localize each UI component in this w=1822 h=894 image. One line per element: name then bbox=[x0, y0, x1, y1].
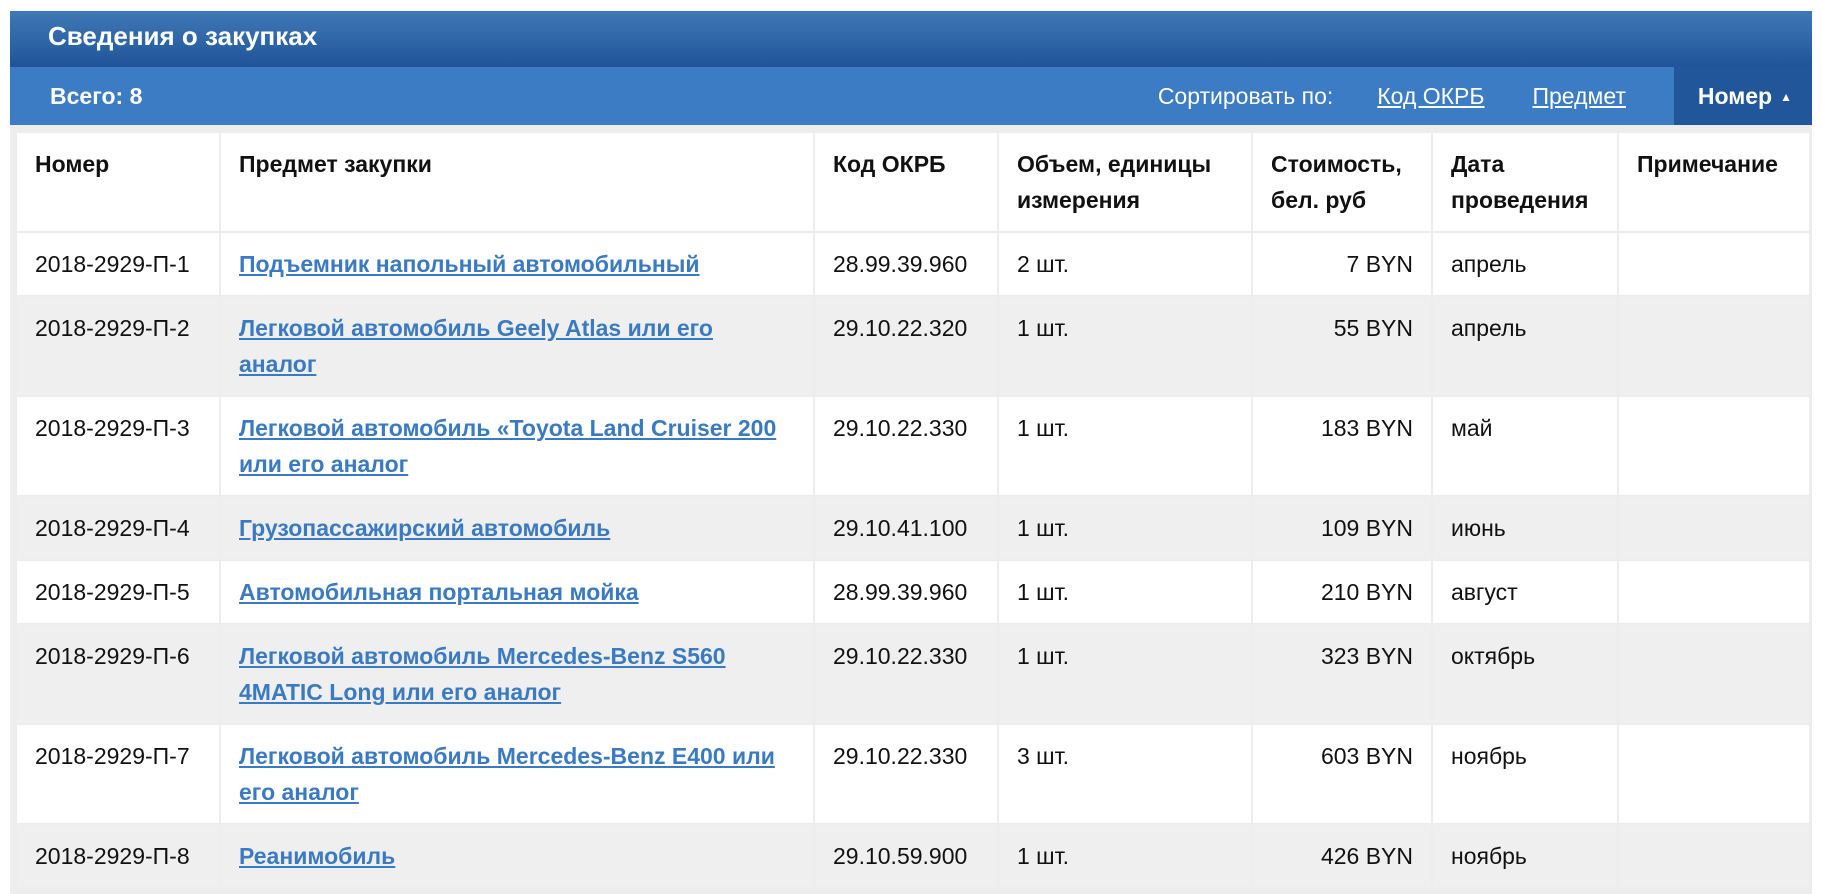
cell-subject: Подъемник напольный автомобильный bbox=[221, 233, 813, 295]
cell-number: 2018-2929-П-8 bbox=[17, 825, 219, 887]
cell-note bbox=[1619, 397, 1809, 495]
cell-okrb: 28.99.39.960 bbox=[815, 561, 997, 623]
subject-link[interactable]: Грузопассажирский автомобиль bbox=[239, 515, 610, 541]
cell-okrb: 29.10.41.100 bbox=[815, 497, 997, 559]
cell-volume: 1 шт. bbox=[999, 625, 1251, 723]
sort-by-okrb-link[interactable]: Код ОКРБ bbox=[1377, 83, 1484, 110]
cell-volume: 1 шт. bbox=[999, 561, 1251, 623]
cell-subject: Грузопассажирский автомобиль bbox=[221, 497, 813, 559]
table-row: 2018-2929-П-5 Автомобильная портальная м… bbox=[17, 561, 1809, 623]
subject-link[interactable]: Легковой автомобиль Mercedes-Benz E400 и… bbox=[239, 743, 775, 805]
subject-link[interactable]: Легковой автомобиль «Toyota Land Cruiser… bbox=[239, 415, 776, 477]
caret-up-icon: ▲ bbox=[1780, 90, 1792, 104]
sort-by-subject-link[interactable]: Предмет bbox=[1532, 83, 1625, 110]
cell-number: 2018-2929-П-4 bbox=[17, 497, 219, 559]
header-number: Номер bbox=[17, 133, 219, 231]
cell-cost: 109 BYN bbox=[1253, 497, 1431, 559]
cell-subject: Легковой автомобиль Mercedes-Benz E400 и… bbox=[221, 725, 813, 823]
cell-note bbox=[1619, 725, 1809, 823]
procurement-panel: Сведения о закупках Всего: 8 Сортировать… bbox=[10, 11, 1812, 894]
cell-note bbox=[1619, 825, 1809, 887]
sort-toolbar: Всего: 8 Сортировать по: Код ОКРБ Предме… bbox=[10, 67, 1812, 125]
cell-number: 2018-2929-П-1 bbox=[17, 233, 219, 295]
procurement-table: Номер Предмет закупки Код ОКРБ Объем, ед… bbox=[15, 131, 1811, 889]
cell-number: 2018-2929-П-2 bbox=[17, 297, 219, 395]
table-row: 2018-2929-П-6 Легковой автомобиль Merced… bbox=[17, 625, 1809, 723]
cell-date: май bbox=[1433, 397, 1617, 495]
table-row: 2018-2929-П-4 Грузопассажирский автомоби… bbox=[17, 497, 1809, 559]
header-volume: Объем, единицы измерения bbox=[999, 133, 1251, 231]
cell-date: ноябрь bbox=[1433, 825, 1617, 887]
cell-date: июнь bbox=[1433, 497, 1617, 559]
panel-title: Сведения о закупках bbox=[10, 11, 1812, 67]
cell-note bbox=[1619, 497, 1809, 559]
table-row: 2018-2929-П-2 Легковой автомобиль Geely … bbox=[17, 297, 1809, 395]
cell-volume: 1 шт. bbox=[999, 297, 1251, 395]
cell-date: апрель bbox=[1433, 233, 1617, 295]
cell-okrb: 29.10.22.320 bbox=[815, 297, 997, 395]
cell-volume: 1 шт. bbox=[999, 397, 1251, 495]
cell-date: август bbox=[1433, 561, 1617, 623]
subject-link[interactable]: Легковой автомобиль Mercedes-Benz S560 4… bbox=[239, 643, 726, 705]
header-subject: Предмет закупки bbox=[221, 133, 813, 231]
cell-number: 2018-2929-П-3 bbox=[17, 397, 219, 495]
sort-active-label: Номер bbox=[1697, 83, 1773, 109]
subject-link[interactable]: Автомобильная портальная мойка bbox=[239, 579, 639, 605]
subject-link[interactable]: Реанимобиль bbox=[239, 843, 395, 869]
cell-volume: 1 шт. bbox=[999, 825, 1251, 887]
table-row: 2018-2929-П-1 Подъемник напольный автомо… bbox=[17, 233, 1809, 295]
cell-okrb: 29.10.22.330 bbox=[815, 725, 997, 823]
sort-by-number-active[interactable]: Номер ▲ bbox=[1673, 67, 1812, 125]
header-note: Примечание bbox=[1619, 133, 1809, 231]
cell-cost: 55 BYN bbox=[1253, 297, 1431, 395]
cell-subject: Легковой автомобиль «Toyota Land Cruiser… bbox=[221, 397, 813, 495]
cell-number: 2018-2929-П-6 bbox=[17, 625, 219, 723]
cell-number: 2018-2929-П-7 bbox=[17, 725, 219, 823]
subject-link[interactable]: Легковой автомобиль Geely Atlas или его … bbox=[239, 315, 713, 377]
table-header-row: Номер Предмет закупки Код ОКРБ Объем, ед… bbox=[17, 133, 1809, 231]
cell-okrb: 29.10.22.330 bbox=[815, 397, 997, 495]
cell-number: 2018-2929-П-5 bbox=[17, 561, 219, 623]
cell-okrb: 29.10.22.330 bbox=[815, 625, 997, 723]
cell-cost: 323 BYN bbox=[1253, 625, 1431, 723]
table-row: 2018-2929-П-8 Реанимобиль 29.10.59.900 1… bbox=[17, 825, 1809, 887]
table-row: 2018-2929-П-7 Легковой автомобиль Merced… bbox=[17, 725, 1809, 823]
cell-date: октябрь bbox=[1433, 625, 1617, 723]
cell-cost: 210 BYN bbox=[1253, 561, 1431, 623]
cell-note bbox=[1619, 561, 1809, 623]
sort-label: Сортировать по: bbox=[1157, 82, 1334, 109]
cell-date: апрель bbox=[1433, 297, 1617, 395]
cell-subject: Автомобильная портальная мойка bbox=[221, 561, 813, 623]
cell-date: ноябрь bbox=[1433, 725, 1617, 823]
total-count: Всего: 8 bbox=[50, 82, 143, 109]
cell-cost: 7 BYN bbox=[1253, 233, 1431, 295]
cell-note bbox=[1619, 297, 1809, 395]
cell-subject: Реанимобиль bbox=[221, 825, 813, 887]
cell-volume: 3 шт. bbox=[999, 725, 1251, 823]
cell-cost: 603 BYN bbox=[1253, 725, 1431, 823]
table-wrapper: Номер Предмет закупки Код ОКРБ Объем, ед… bbox=[10, 125, 1812, 894]
cell-volume: 2 шт. bbox=[999, 233, 1251, 295]
cell-volume: 1 шт. bbox=[999, 497, 1251, 559]
table-row: 2018-2929-П-3 Легковой автомобиль «Toyot… bbox=[17, 397, 1809, 495]
cell-cost: 426 BYN bbox=[1253, 825, 1431, 887]
cell-note bbox=[1619, 233, 1809, 295]
cell-cost: 183 BYN bbox=[1253, 397, 1431, 495]
subject-link[interactable]: Подъемник напольный автомобильный bbox=[239, 251, 700, 277]
cell-okrb: 28.99.39.960 bbox=[815, 233, 997, 295]
header-okrb: Код ОКРБ bbox=[815, 133, 997, 231]
cell-okrb: 29.10.59.900 bbox=[815, 825, 997, 887]
cell-subject: Легковой автомобиль Mercedes-Benz S560 4… bbox=[221, 625, 813, 723]
header-cost: Стоимость, бел. руб bbox=[1253, 133, 1431, 231]
header-date: Дата проведения bbox=[1433, 133, 1617, 231]
cell-subject: Легковой автомобиль Geely Atlas или его … bbox=[221, 297, 813, 395]
cell-note bbox=[1619, 625, 1809, 723]
